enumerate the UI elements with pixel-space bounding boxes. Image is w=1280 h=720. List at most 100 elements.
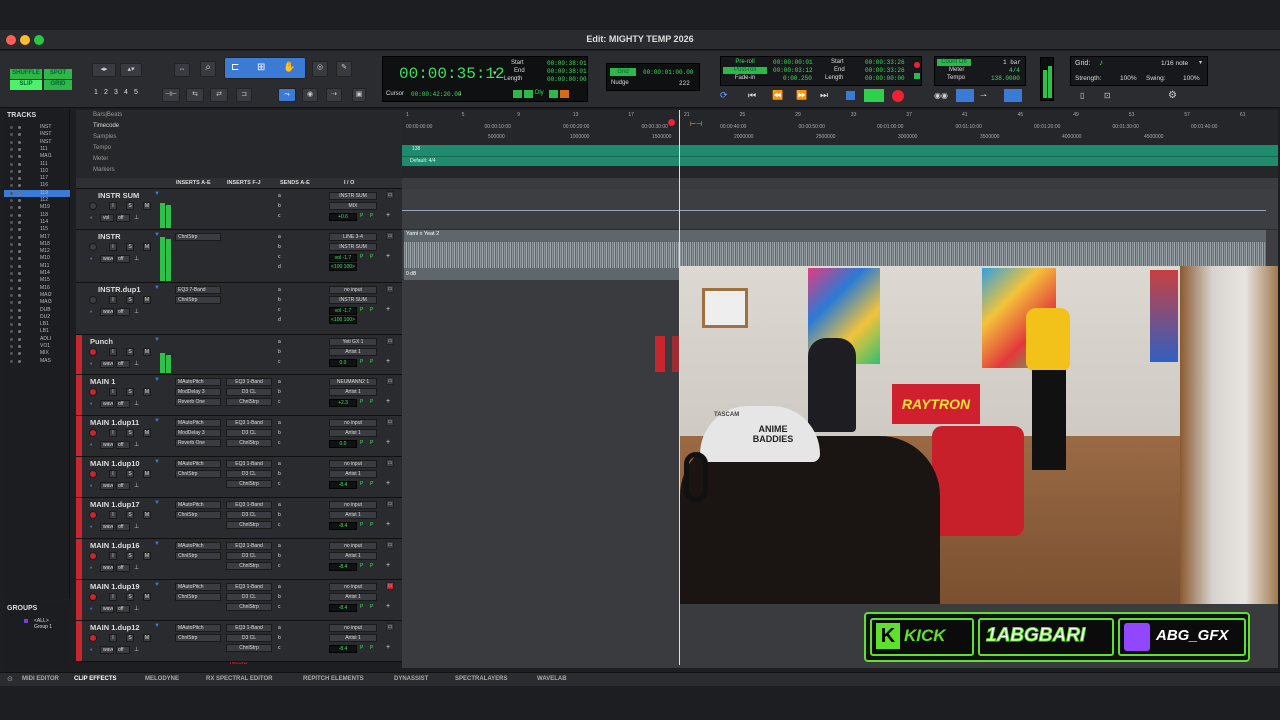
automation-icon[interactable]: ◐ [90, 361, 93, 367]
automation-icon[interactable]: ◐ [90, 524, 93, 530]
show-hide-dot-icon[interactable] [10, 242, 13, 246]
track-list-item[interactable]: DUB [4, 307, 70, 314]
track-name[interactable]: INSTR SUM [98, 191, 139, 200]
automation-icon[interactable]: ◐ [90, 401, 93, 407]
bottom-tab[interactable]: WAVELAB [537, 676, 567, 682]
record-enable-button[interactable] [89, 243, 97, 251]
output-window-icon[interactable]: ▭ [386, 285, 394, 293]
mute-button[interactable]: M [143, 243, 151, 251]
send-slot[interactable]: c [278, 522, 281, 528]
pan-value[interactable]: <100 100> [329, 316, 357, 324]
show-hide-dot-icon[interactable] [10, 257, 13, 261]
track-height-icon[interactable]: ⊥ [134, 564, 139, 571]
playhead-marker-icon[interactable] [668, 119, 675, 126]
input-selector[interactable]: no input [329, 460, 377, 468]
view-selector[interactable]: wave [100, 255, 114, 263]
cursor-icon[interactable]: ▯ [1080, 91, 1084, 100]
volume-value[interactable]: 0.0 [329, 440, 357, 448]
view-selector[interactable]: wave [100, 482, 114, 490]
solo-button[interactable]: S [126, 429, 134, 437]
output-window-icon[interactable]: ▭ [386, 418, 394, 426]
input-monitor-button[interactable]: I [109, 296, 117, 304]
send-slot[interactable]: c [278, 254, 281, 260]
insertion-follows-playback-icon[interactable]: ⤳ [278, 88, 296, 102]
mute-button[interactable]: M [143, 296, 151, 304]
show-hide-dot-icon[interactable] [10, 147, 13, 151]
metronome-icon[interactable]: ⇀ [980, 91, 987, 100]
track-strip[interactable]: MAIN 1.dup17 ▼ I S M ◐ wave off ⊥ MAutoPitch ChnlS… [76, 498, 402, 539]
insert-slot[interactable]: ChnlStrp [175, 470, 221, 478]
mute-button[interactable]: M [143, 552, 151, 560]
add-icon[interactable]: + [386, 439, 390, 446]
output-selector[interactable]: Artist 1 [329, 429, 377, 437]
group-item[interactable]: Group 1 [34, 624, 52, 630]
insert-slot[interactable]: ChnlStrp [226, 644, 272, 652]
start-value[interactable]: 00:00:38:01 [547, 60, 587, 67]
track-name[interactable]: INSTR [98, 232, 121, 241]
countoff-button[interactable]: Count Off [937, 59, 971, 66]
insert-slot[interactable]: D3 CL [226, 388, 272, 396]
insert-slot[interactable]: ChnlStrp [175, 511, 221, 519]
track-height-icon[interactable]: ⊥ [134, 308, 139, 315]
send-slot[interactable]: c [278, 481, 281, 487]
input-selector[interactable]: no input [329, 286, 377, 294]
output-window-icon[interactable]: ▭ [386, 377, 394, 385]
automation-mode[interactable]: off [116, 482, 130, 490]
show-hide-dot-icon[interactable] [10, 286, 13, 290]
send-slot[interactable]: b [278, 594, 281, 600]
volume-value[interactable]: -8.4 [329, 563, 357, 571]
input-monitor-button[interactable]: I [109, 634, 117, 642]
track-list-item[interactable]: 111 [4, 146, 70, 153]
send-slot[interactable]: a [278, 339, 281, 345]
input-selector[interactable]: LINE 3-4 [329, 233, 377, 241]
track-list-item[interactable]: MIX [4, 350, 70, 357]
track-name[interactable]: MAIN 1.dup17 [90, 500, 140, 509]
send-slot[interactable]: c [278, 213, 281, 219]
automation-icon[interactable]: ◐ [90, 606, 93, 612]
strength-value[interactable]: 100% [1120, 75, 1137, 82]
scrubber-tool-icon[interactable]: ◎ [312, 61, 328, 77]
show-hide-dot-icon[interactable] [10, 213, 13, 217]
insert-slot[interactable]: ChnlStrp [226, 562, 272, 570]
insert-slot[interactable]: EQ3 7-Band [175, 286, 221, 294]
send-slot[interactable]: b [278, 430, 281, 436]
ruler-tempo[interactable]: Tempo [93, 145, 111, 151]
preroll-value[interactable]: 00:00:00:01 [773, 59, 813, 66]
add-icon[interactable]: + [386, 521, 390, 528]
track-list-item[interactable]: MAI3 [4, 299, 70, 306]
solo-button[interactable]: S [126, 470, 134, 478]
nudge-value[interactable]: 222 [679, 80, 690, 87]
volume-value[interactable]: vol -1.7 [329, 307, 357, 315]
show-hide-dot-icon[interactable] [10, 220, 13, 224]
solo-button[interactable]: S [126, 243, 134, 251]
track-strip[interactable]: MAIN 1 ▼ I S M ◐ wave off ⊥ MAutoPitch ModDelay 3 R… [76, 375, 402, 416]
send-slot[interactable]: a [278, 625, 281, 631]
zoom-preset-1[interactable]: 1 [94, 89, 98, 96]
trim-tool-icon[interactable]: ⊏ [231, 62, 239, 74]
track-list-item[interactable]: 116 [4, 182, 70, 189]
send-slot[interactable]: c [278, 563, 281, 569]
mute-button[interactable]: M [143, 429, 151, 437]
tempo-value[interactable]: 138.0000 [991, 75, 1020, 82]
input-monitor-button[interactable]: I [109, 348, 117, 356]
record-icon[interactable] [892, 90, 904, 102]
grabber-tool-icon[interactable]: ✋ [283, 62, 295, 74]
ruler-meter[interactable]: Meter [93, 156, 108, 162]
midi-merge-icon[interactable] [1004, 89, 1022, 102]
view-selector[interactable]: vol [100, 214, 114, 222]
view-selector[interactable]: wave [100, 646, 114, 654]
pencil-tool-icon[interactable]: ✎ [336, 61, 352, 77]
rewind-icon[interactable]: ⏪ [772, 90, 783, 101]
insert-slot[interactable]: EQ3 1-Band [226, 501, 272, 509]
track-strip[interactable]: MAIN 1.dup11 ▼ I S M ◐ wave off ⊥ MAutoPitch ModDe… [76, 416, 402, 457]
track-list-item[interactable]: LB1 [4, 328, 70, 335]
input-monitor-button[interactable]: I [109, 429, 117, 437]
gear-icon[interactable]: ⚙ [1168, 90, 1177, 101]
bottom-tab[interactable]: DYNASSIST [394, 676, 428, 682]
record-enable-button[interactable] [89, 202, 97, 210]
zoom-preset-4[interactable]: 4 [124, 89, 128, 96]
countoff-value[interactable]: 1 bar [1003, 59, 1021, 66]
input-monitor-button[interactable]: I [109, 552, 117, 560]
insert-slot[interactable]: ChnlStrp [226, 398, 272, 406]
show-hide-dot-icon[interactable] [10, 279, 13, 283]
